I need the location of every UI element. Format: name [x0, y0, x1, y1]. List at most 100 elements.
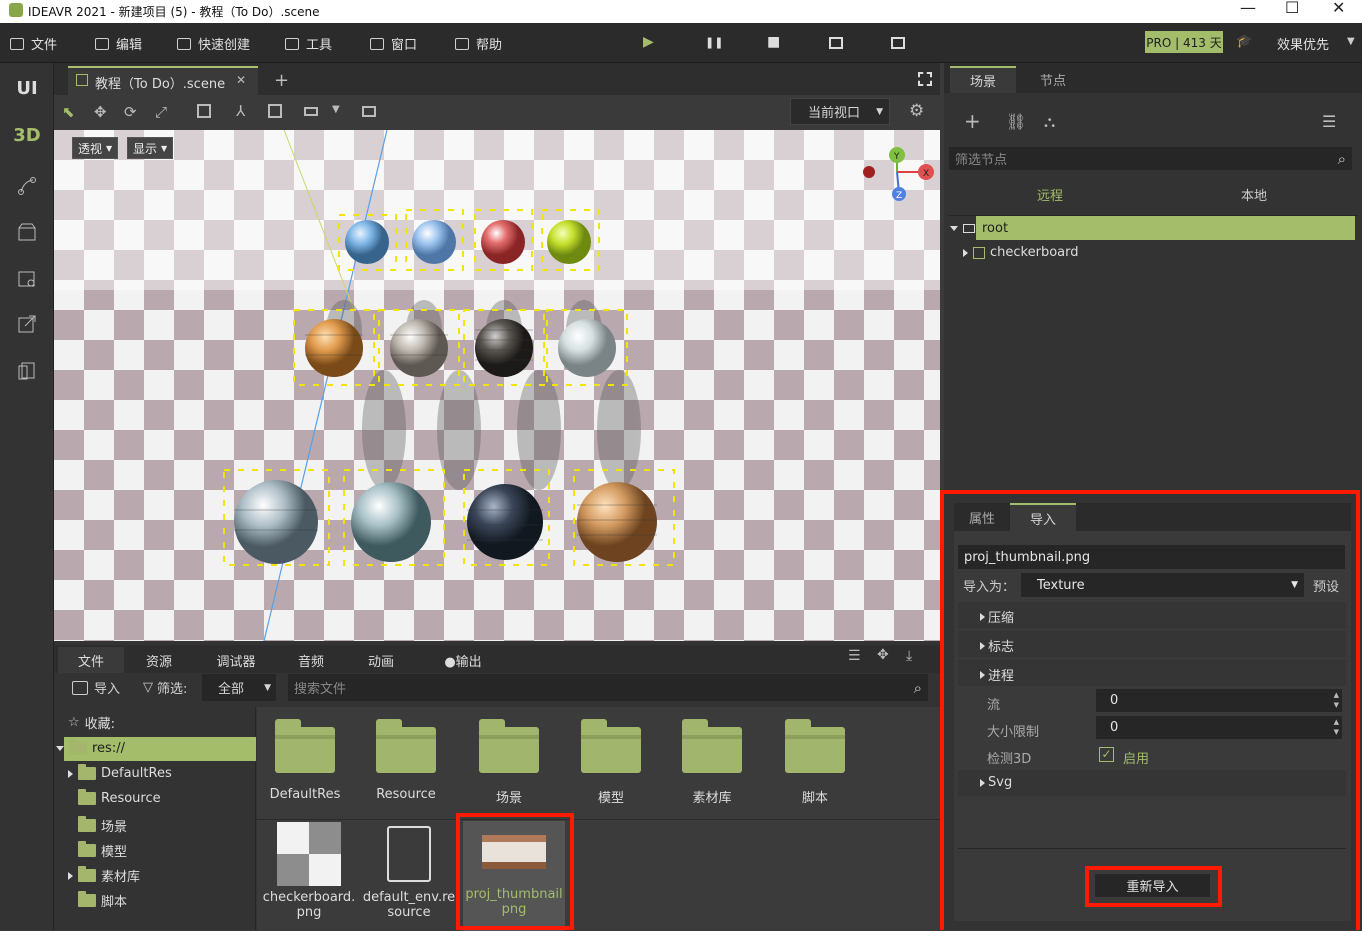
- expand-icon[interactable]: [950, 226, 958, 231]
- path-icon[interactable]: [0, 175, 54, 201]
- close-button[interactable]: ✕: [1332, 0, 1345, 17]
- node-tree-icon[interactable]: ⛬: [1044, 112, 1055, 132]
- pause-button[interactable]: ❚❚: [705, 36, 723, 49]
- folder-tile[interactable]: DefaultRes: [260, 717, 350, 802]
- minimize-button[interactable]: —: [1240, 0, 1256, 17]
- pivot-icon[interactable]: ⅄: [236, 102, 245, 120]
- snap-icon[interactable]: [268, 104, 282, 118]
- maximize-button[interactable]: ☐: [1285, 0, 1299, 17]
- tab-animation[interactable]: 动画: [348, 647, 414, 673]
- spinner-icon[interactable]: ▲ ▼: [1334, 690, 1339, 710]
- select-tool-icon[interactable]: ⬉: [62, 103, 75, 121]
- add-node-button[interactable]: +: [964, 109, 981, 133]
- tab-import[interactable]: 导入: [1010, 503, 1076, 531]
- menu-file[interactable]: 文件: [10, 34, 57, 53]
- export-icon[interactable]: [0, 313, 54, 339]
- section-compress[interactable]: 压缩: [980, 607, 1014, 626]
- expand-icon[interactable]: [68, 871, 73, 880]
- download-icon[interactable]: ⤓: [906, 648, 912, 664]
- folder-tile[interactable]: Resource: [361, 717, 451, 802]
- menu-edit[interactable]: 编辑: [95, 34, 142, 53]
- settings-window-icon[interactable]: [0, 268, 54, 294]
- link-icon[interactable]: ⛓: [1006, 112, 1026, 131]
- section-flags[interactable]: 标志: [980, 636, 1014, 655]
- menu-quick-create[interactable]: 快速创建: [177, 34, 250, 53]
- display-dropdown[interactable]: 显示 ▼: [127, 137, 174, 159]
- reimport-button[interactable]: 重新导入: [1095, 874, 1210, 897]
- play-button[interactable]: ▶: [643, 34, 654, 50]
- tree-item-resource[interactable]: Resource: [78, 789, 161, 806]
- tab-debugger[interactable]: 调试器: [198, 647, 274, 673]
- folder-tile[interactable]: 场景: [464, 717, 554, 806]
- document-icon[interactable]: [0, 360, 54, 386]
- tree-item-defaultres[interactable]: DefaultRes: [68, 764, 172, 781]
- ruler-icon[interactable]: [304, 107, 318, 116]
- pro-badge[interactable]: PRO | 413 天: [1145, 31, 1223, 53]
- filter-dropdown[interactable]: 全部 ▼: [202, 674, 276, 701]
- import-button[interactable]: 导入: [72, 678, 120, 697]
- tree-item-assets[interactable]: 素材库: [68, 866, 140, 885]
- menu-tools[interactable]: 工具: [285, 34, 332, 53]
- stream-input[interactable]: 0 ▲ ▼: [1096, 689, 1342, 712]
- scene-tab[interactable]: 教程（To Do）.scene ✕: [68, 66, 258, 95]
- perspective-dropdown[interactable]: 透视 ▼: [72, 137, 119, 159]
- spinner-icon[interactable]: ▲ ▼: [1334, 717, 1339, 737]
- tree-item-scenes[interactable]: 场景: [78, 816, 127, 835]
- file-tile-default-env[interactable]: default_env.re source: [359, 822, 459, 920]
- folder-tile[interactable]: 脚本: [770, 717, 860, 806]
- expand-icon[interactable]: [68, 769, 73, 778]
- add-tab-button[interactable]: +: [274, 70, 289, 91]
- 3d-mode-button[interactable]: 3D: [0, 125, 54, 146]
- tab-node[interactable]: 节点: [1020, 66, 1086, 93]
- camera-icon[interactable]: [362, 106, 376, 117]
- tab-audio[interactable]: 音频: [278, 647, 344, 673]
- fullscreen-icon[interactable]: [918, 72, 932, 86]
- menu-help[interactable]: 帮助: [455, 34, 502, 53]
- tree-item-scripts[interactable]: 脚本: [78, 891, 127, 910]
- graduation-cap-icon[interactable]: 🎓: [1236, 34, 1252, 49]
- current-view-dropdown[interactable]: 当前视口 ▼: [790, 98, 890, 125]
- folder-tile[interactable]: 素材库: [667, 717, 757, 806]
- folder-tile[interactable]: 模型: [566, 717, 656, 806]
- remote-tab[interactable]: 远程: [1037, 185, 1063, 204]
- search-files-input[interactable]: 搜索文件 ⌕: [288, 674, 928, 701]
- node-checkerboard[interactable]: checkerboard: [963, 245, 1078, 260]
- detect3d-checkbox[interactable]: ✓: [1099, 747, 1114, 762]
- menu-icon[interactable]: ☰: [1322, 112, 1336, 131]
- search-icon[interactable]: ⌕: [1338, 150, 1346, 168]
- node-root[interactable]: root: [950, 221, 1008, 236]
- play-scene-icon[interactable]: [829, 37, 843, 49]
- list-view-icon[interactable]: ☰: [848, 648, 861, 664]
- filter-nodes-input[interactable]: 筛选节点 ⌕: [949, 147, 1352, 170]
- tab-output[interactable]: ●输出: [425, 647, 501, 673]
- chevron-down-icon[interactable]: ▼: [1347, 36, 1355, 47]
- tab-files[interactable]: 文件: [58, 647, 124, 673]
- size-limit-input[interactable]: 0 ▲ ▼: [1096, 716, 1342, 739]
- ui-mode-button[interactable]: UI: [0, 78, 54, 99]
- file-tile-checkerboard[interactable]: checkerboard. png: [259, 822, 359, 920]
- preset-button[interactable]: 预设: [1313, 576, 1339, 595]
- stop-button[interactable]: ■: [767, 34, 780, 50]
- menu-window[interactable]: 窗口: [370, 34, 417, 53]
- section-svg[interactable]: Svg: [980, 775, 1012, 790]
- file-tile-proj-thumbnail[interactable]: proj_thumbnail png: [463, 821, 565, 931]
- focus-icon[interactable]: [197, 104, 211, 118]
- expand-icon[interactable]: [963, 248, 968, 257]
- gear-icon[interactable]: ⚙: [909, 101, 924, 121]
- search-icon[interactable]: ⌕: [914, 679, 922, 697]
- store-icon[interactable]: [0, 221, 54, 247]
- move-tool-icon[interactable]: ✥: [94, 103, 107, 121]
- play-custom-icon[interactable]: [891, 37, 905, 49]
- tab-properties[interactable]: 属性: [954, 503, 1010, 531]
- chevron-down-icon[interactable]: ▼: [332, 104, 340, 115]
- 3d-viewport[interactable]: Y X Z: [54, 130, 940, 641]
- tree-item-models[interactable]: 模型: [78, 841, 127, 860]
- tab-scene[interactable]: 场景: [950, 66, 1016, 93]
- quality-dropdown[interactable]: 效果优先: [1277, 34, 1329, 53]
- tree-item-res[interactable]: res://: [56, 739, 125, 756]
- tab-resources[interactable]: 资源: [126, 647, 192, 673]
- close-tab-icon[interactable]: ✕: [236, 73, 246, 87]
- expand-icon[interactable]: [56, 746, 64, 751]
- section-process[interactable]: 进程: [980, 665, 1014, 684]
- scale-tool-icon[interactable]: ⤢: [155, 103, 167, 121]
